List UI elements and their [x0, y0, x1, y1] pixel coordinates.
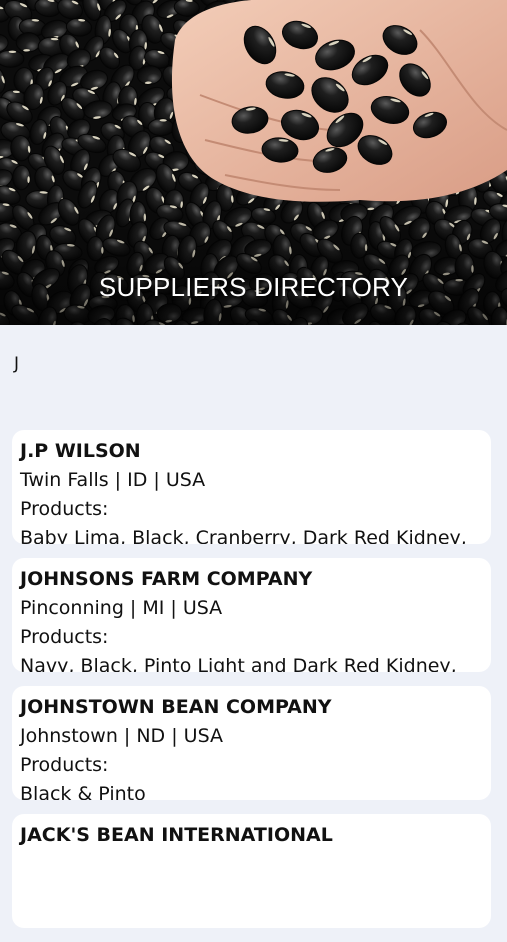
- supplier-card[interactable]: JOHNSTOWN BEAN COMPANY Johnstown | ND | …: [12, 686, 491, 800]
- supplier-card[interactable]: J.P WILSON Twin Falls | ID | USA Product…: [12, 430, 491, 544]
- products-label: Products:: [20, 751, 483, 780]
- supplier-location: Johnstown | ND | USA: [20, 722, 483, 751]
- page-title: SUPPLIERS DIRECTORY: [0, 272, 507, 303]
- supplier-location: Pinconning | MI | USA: [20, 594, 483, 623]
- section-letter-heading: J: [14, 354, 19, 374]
- supplier-products: Navy, Black, Pinto Light and Dark Red Ki…: [20, 652, 483, 672]
- supplier-card[interactable]: JOHNSONS FARM COMPANY Pinconning | MI | …: [12, 558, 491, 672]
- supplier-list: J.P WILSON Twin Falls | ID | USA Product…: [12, 430, 491, 942]
- products-label: Products:: [20, 623, 483, 652]
- supplier-name: J.P WILSON: [20, 437, 483, 466]
- supplier-location: Twin Falls | ID | USA: [20, 466, 483, 495]
- supplier-name: JOHNSONS FARM COMPANY: [20, 565, 483, 594]
- supplier-name: JACK'S BEAN INTERNATIONAL: [20, 821, 483, 850]
- supplier-card[interactable]: JACK'S BEAN INTERNATIONAL: [12, 814, 491, 928]
- hero-banner: SUPPLIERS DIRECTORY: [0, 0, 507, 325]
- supplier-products: Black & Pinto: [20, 780, 483, 800]
- supplier-products: Baby Lima, Black, Cranberry, Dark Red Ki…: [20, 524, 483, 544]
- products-label: Products:: [20, 495, 483, 524]
- supplier-name: JOHNSTOWN BEAN COMPANY: [20, 693, 483, 722]
